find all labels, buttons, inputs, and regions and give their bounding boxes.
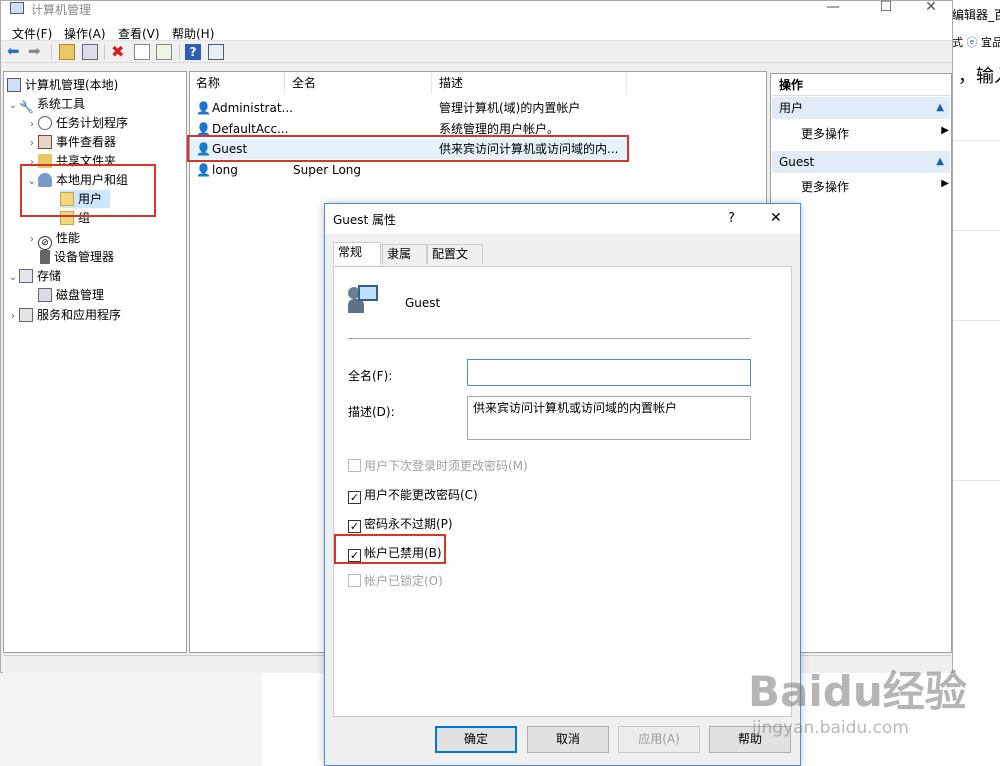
- user-icon: 👤: [196, 101, 211, 115]
- description-field[interactable]: 供来宾访问计算机或访问域的内置帐户: [467, 396, 751, 440]
- menu-bar: 文件(F) 操作(A) 查看(V) 帮助(H): [1, 17, 952, 41]
- properties-icon[interactable]: [134, 44, 150, 60]
- bg-text-1: 编辑器_百: [952, 8, 1000, 22]
- more-actions-users[interactable]: 更多操作 ▶: [801, 125, 949, 142]
- checkbox-box: [348, 459, 361, 472]
- show-hide-tree-icon[interactable]: [82, 44, 98, 60]
- checkbox-box: [348, 574, 361, 587]
- tab-member-of[interactable]: 隶属于: [382, 244, 427, 279]
- help-icon[interactable]: ?: [185, 44, 201, 60]
- tree-item-performance[interactable]: › ⊘ 性能: [26, 229, 80, 250]
- guest-properties-dialog: Guest 属性 ? ✕ 常规 隶属于 配置文件 Guest 全名(F): 描述…: [324, 203, 801, 766]
- computer-icon: [7, 78, 21, 92]
- tree-item-disk-management[interactable]: 磁盘管理: [38, 286, 104, 304]
- fullname-label: 全名(F):: [348, 369, 393, 383]
- tree-pane: 计算机管理(本地) ⌄ 🔧 系统工具 › 任务计划程序 › 事件查看器 › 共享文件夹 ⌄…: [3, 71, 187, 653]
- collapse-icon: ▲: [936, 156, 944, 167]
- tree-item-task-scheduler[interactable]: › 任务计划程序: [26, 114, 128, 132]
- chevron-right-icon: ›: [30, 138, 34, 149]
- dialog-username: Guest: [405, 296, 441, 310]
- delete-icon[interactable]: ✖: [111, 44, 127, 60]
- chevron-down-icon: ⌄: [8, 272, 18, 283]
- highlight-account-disabled: [334, 534, 446, 564]
- divider: [348, 338, 750, 339]
- column-header-description[interactable]: 描述: [433, 72, 627, 94]
- collapse-icon: ▲: [936, 102, 944, 113]
- disk-icon: [38, 288, 52, 302]
- window-title: 计算机管理: [31, 3, 92, 17]
- menu-file[interactable]: 文件(F): [12, 25, 52, 42]
- storage-icon: [19, 269, 33, 283]
- more-actions-guest[interactable]: 更多操作 ▶: [801, 178, 949, 195]
- tree-item-system-tools[interactable]: ⌄ 🔧 系统工具: [7, 95, 85, 114]
- table-row[interactable]: 👤 Administrat... 管理计算机(域)的内置帐户: [190, 98, 630, 118]
- checkbox-cannot-change-password[interactable]: ✓ 用户不能更改密码(C): [348, 488, 478, 504]
- menu-help[interactable]: 帮助(H): [172, 25, 214, 42]
- export-list-icon[interactable]: [156, 44, 172, 60]
- tree-item-services-apps[interactable]: › 服务和应用程序: [7, 306, 121, 324]
- table-row[interactable]: 👤 long Super Long: [190, 160, 630, 180]
- checkbox-must-change-password[interactable]: 用户下次登录时须更改密码(M): [348, 459, 528, 475]
- actions-title: 操作: [772, 74, 950, 96]
- title-bar: 计算机管理 — ☐ ✕: [1, 0, 952, 17]
- column-header-name[interactable]: 名称: [190, 72, 285, 94]
- clock-icon: [38, 116, 52, 130]
- column-header-fullname[interactable]: 全名: [286, 72, 432, 94]
- dialog-title: Guest 属性: [333, 213, 397, 227]
- user-icon: 👤: [196, 163, 211, 177]
- computer-management-icon: [10, 2, 24, 14]
- action-pane-icon[interactable]: [208, 44, 224, 60]
- bg-text-3: ，输入: [958, 66, 1000, 87]
- highlight-local-users: [20, 164, 156, 217]
- services-icon: [19, 308, 33, 322]
- apply-button[interactable]: 应用(A): [618, 726, 700, 753]
- background-browser: 编辑器_百 式 ⓔ 宜品 ，输入: [952, 0, 1000, 766]
- close-button[interactable]: ✕: [921, 0, 941, 15]
- minimize-button[interactable]: —: [823, 0, 843, 15]
- checkbox-account-locked[interactable]: 帐户已锁定(O): [348, 574, 443, 590]
- bg-text-2: 式 ⓔ 宜品: [952, 36, 1000, 49]
- baidu-watermark-url: jingyan.baidu.com: [752, 718, 909, 738]
- chevron-right-icon: ›: [11, 311, 15, 322]
- background-page-left: [0, 672, 262, 766]
- up-folder-icon[interactable]: [59, 44, 75, 60]
- device-manager-icon: [40, 250, 50, 264]
- user-icon: 👤: [196, 122, 211, 136]
- event-viewer-icon: [38, 135, 52, 149]
- chevron-right-icon: ›: [30, 234, 34, 245]
- baidu-watermark-logo: Baidu经验: [748, 667, 967, 716]
- chevron-down-icon: ⌄: [8, 100, 18, 111]
- tree-item-event-viewer[interactable]: › 事件查看器: [26, 133, 116, 151]
- tree-item-storage[interactable]: ⌄ 存储: [7, 267, 61, 285]
- checkmark-icon: ✓: [348, 491, 361, 504]
- maximize-button[interactable]: ☐: [876, 0, 896, 15]
- dialog-help-button[interactable]: ?: [728, 211, 735, 226]
- tools-icon: 🔧: [19, 100, 34, 114]
- checkmark-icon: ✓: [348, 520, 361, 533]
- dialog-close-button[interactable]: ✕: [770, 210, 782, 226]
- ok-button[interactable]: 确定: [435, 726, 517, 753]
- menu-view[interactable]: 查看(V): [118, 25, 160, 42]
- tree-item-device-manager[interactable]: 设备管理器: [38, 248, 114, 266]
- actions-section-users[interactable]: 用户 ▲: [772, 97, 950, 119]
- back-icon[interactable]: ⬅: [7, 44, 23, 60]
- actions-section-guest[interactable]: Guest ▲: [772, 151, 950, 173]
- general-tab-page: Guest 全名(F): 描述(D): 供来宾访问计算机或访问域的内置帐户 用户…: [333, 266, 792, 717]
- fullname-field[interactable]: [467, 359, 751, 386]
- tree-item-computer-management[interactable]: 计算机管理(本地): [7, 76, 118, 94]
- highlight-guest-row: [187, 135, 629, 162]
- checkbox-password-never-expires[interactable]: ✓ 密码永不过期(P): [348, 517, 453, 533]
- menu-action[interactable]: 操作(A): [64, 25, 106, 42]
- user-account-icon: [348, 283, 380, 315]
- tab-general[interactable]: 常规: [333, 242, 381, 265]
- dialog-title-bar: Guest 属性 ? ✕: [325, 204, 800, 234]
- chevron-right-icon: ▶: [941, 125, 949, 136]
- chevron-right-icon: ▶: [941, 178, 949, 189]
- tab-profile[interactable]: 配置文件: [427, 244, 483, 279]
- chevron-right-icon: ›: [30, 119, 34, 130]
- toolbar: ⬅ ➡ ✖ ?: [1, 41, 952, 63]
- forward-icon[interactable]: ➡: [28, 44, 44, 60]
- cancel-button[interactable]: 取消: [527, 726, 609, 753]
- description-label: 描述(D):: [348, 405, 395, 419]
